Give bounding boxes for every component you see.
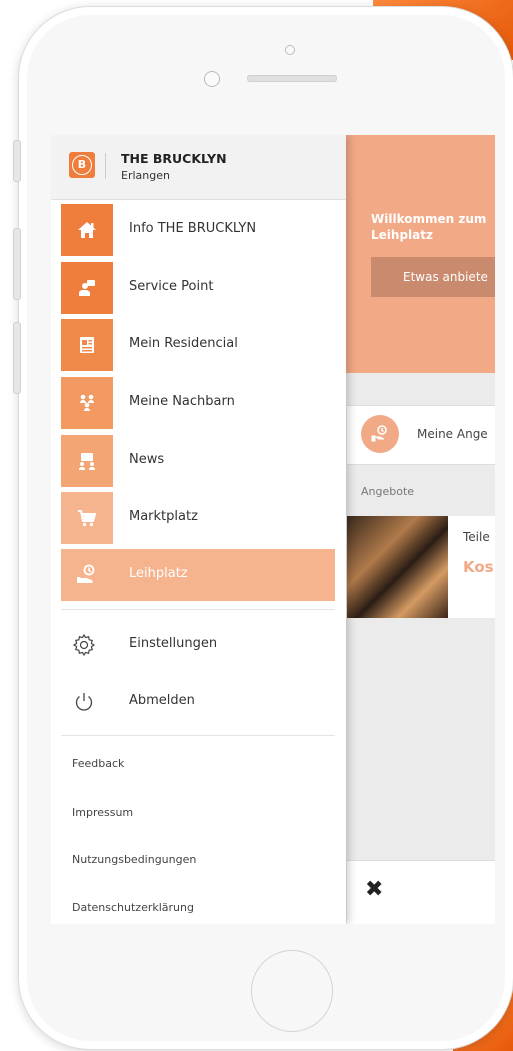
brucklyn-logo: B xyxy=(69,152,95,178)
menu-item-meine-nachbarn[interactable]: Meine Nachbarn xyxy=(61,377,335,429)
privacy-link[interactable]: Datenschutzerklärung xyxy=(72,901,194,914)
menu-item-marktplatz[interactable]: Marktplatz xyxy=(61,492,335,544)
phone-camera xyxy=(285,45,295,55)
menu-label-leihplatz: Leihplatz xyxy=(129,566,188,581)
menu-item-abmelden[interactable]: Abmelden xyxy=(61,677,335,727)
menu-label-abmelden: Abmelden xyxy=(129,693,195,708)
neighbors-icon xyxy=(61,377,113,429)
phone-mute-switch xyxy=(13,140,21,182)
feedback-link[interactable]: Feedback xyxy=(72,757,124,770)
hero-title-line1: Willkommen zum xyxy=(371,212,487,226)
offers-section-label: Angebote xyxy=(361,485,415,498)
menu-label-mein-residencial: Mein Residencial xyxy=(129,336,238,351)
menu-item-leihplatz[interactable]: Leihplatz xyxy=(61,549,335,601)
app-screen: Willkommen zum Leihplatz Etwas anbiete M… xyxy=(51,135,495,924)
menu-divider xyxy=(61,609,335,610)
residence-city: Erlangen xyxy=(121,169,170,182)
my-offers-label: Meine Ange xyxy=(417,427,488,441)
cart-icon xyxy=(61,492,113,544)
drawer-header: B THE BRUCKLYN Erlangen xyxy=(51,135,346,200)
menu-label-marktplatz: Marktplatz xyxy=(129,509,198,524)
terms-link[interactable]: Nutzungsbedingungen xyxy=(72,853,196,866)
navigation-drawer: B THE BRUCKLYN Erlangen Info THE BRUCKLY… xyxy=(51,135,346,924)
phone-sensor xyxy=(204,71,220,87)
bottom-bar: ✖ xyxy=(347,860,495,924)
offer-card-price: Kos xyxy=(463,558,494,576)
offer-card-image xyxy=(347,516,448,618)
lend-icon xyxy=(361,415,399,453)
phone-speaker xyxy=(247,75,337,82)
menu-item-einstellungen[interactable]: Einstellungen xyxy=(61,620,335,670)
menu-label-einstellungen: Einstellungen xyxy=(129,636,218,651)
menu-item-mein-residencial[interactable]: Mein Residencial xyxy=(61,319,335,371)
home-icon xyxy=(61,204,113,256)
menu-label-info: Info THE BRUCKLYN xyxy=(129,221,257,236)
offer-card[interactable]: Teile Kos xyxy=(347,516,495,618)
menu-item-info[interactable]: Info THE BRUCKLYN xyxy=(61,204,335,256)
phone-home-button xyxy=(251,950,333,1032)
footer-divider xyxy=(61,735,335,736)
phone-volume-up xyxy=(13,228,21,300)
impressum-link[interactable]: Impressum xyxy=(72,806,133,819)
gear-icon xyxy=(71,632,97,658)
menu-item-service-point[interactable]: Service Point xyxy=(61,262,335,314)
lend-icon xyxy=(61,549,113,601)
hero-title: Willkommen zum Leihplatz xyxy=(371,211,486,243)
menu-label-service-point: Service Point xyxy=(129,279,214,294)
hero-title-line2: Leihplatz xyxy=(371,228,433,242)
menu-label-news: News xyxy=(129,452,165,467)
menu-label-meine-nachbarn: Meine Nachbarn xyxy=(129,394,235,409)
residence-name: THE BRUCKLYN xyxy=(121,151,227,166)
document-icon xyxy=(61,319,113,371)
offer-card-title: Teile xyxy=(463,530,490,544)
power-icon xyxy=(71,689,97,715)
menu-item-news[interactable]: News xyxy=(61,435,335,487)
close-icon[interactable]: ✖ xyxy=(365,879,383,901)
news-icon xyxy=(61,435,113,487)
logo-letter: B xyxy=(72,155,92,175)
offer-something-button[interactable]: Etwas anbiete xyxy=(371,257,495,297)
phone-volume-down xyxy=(13,322,21,394)
header-divider xyxy=(105,153,106,179)
service-point-icon xyxy=(61,262,113,314)
my-offers-row[interactable]: Meine Ange xyxy=(347,405,495,465)
